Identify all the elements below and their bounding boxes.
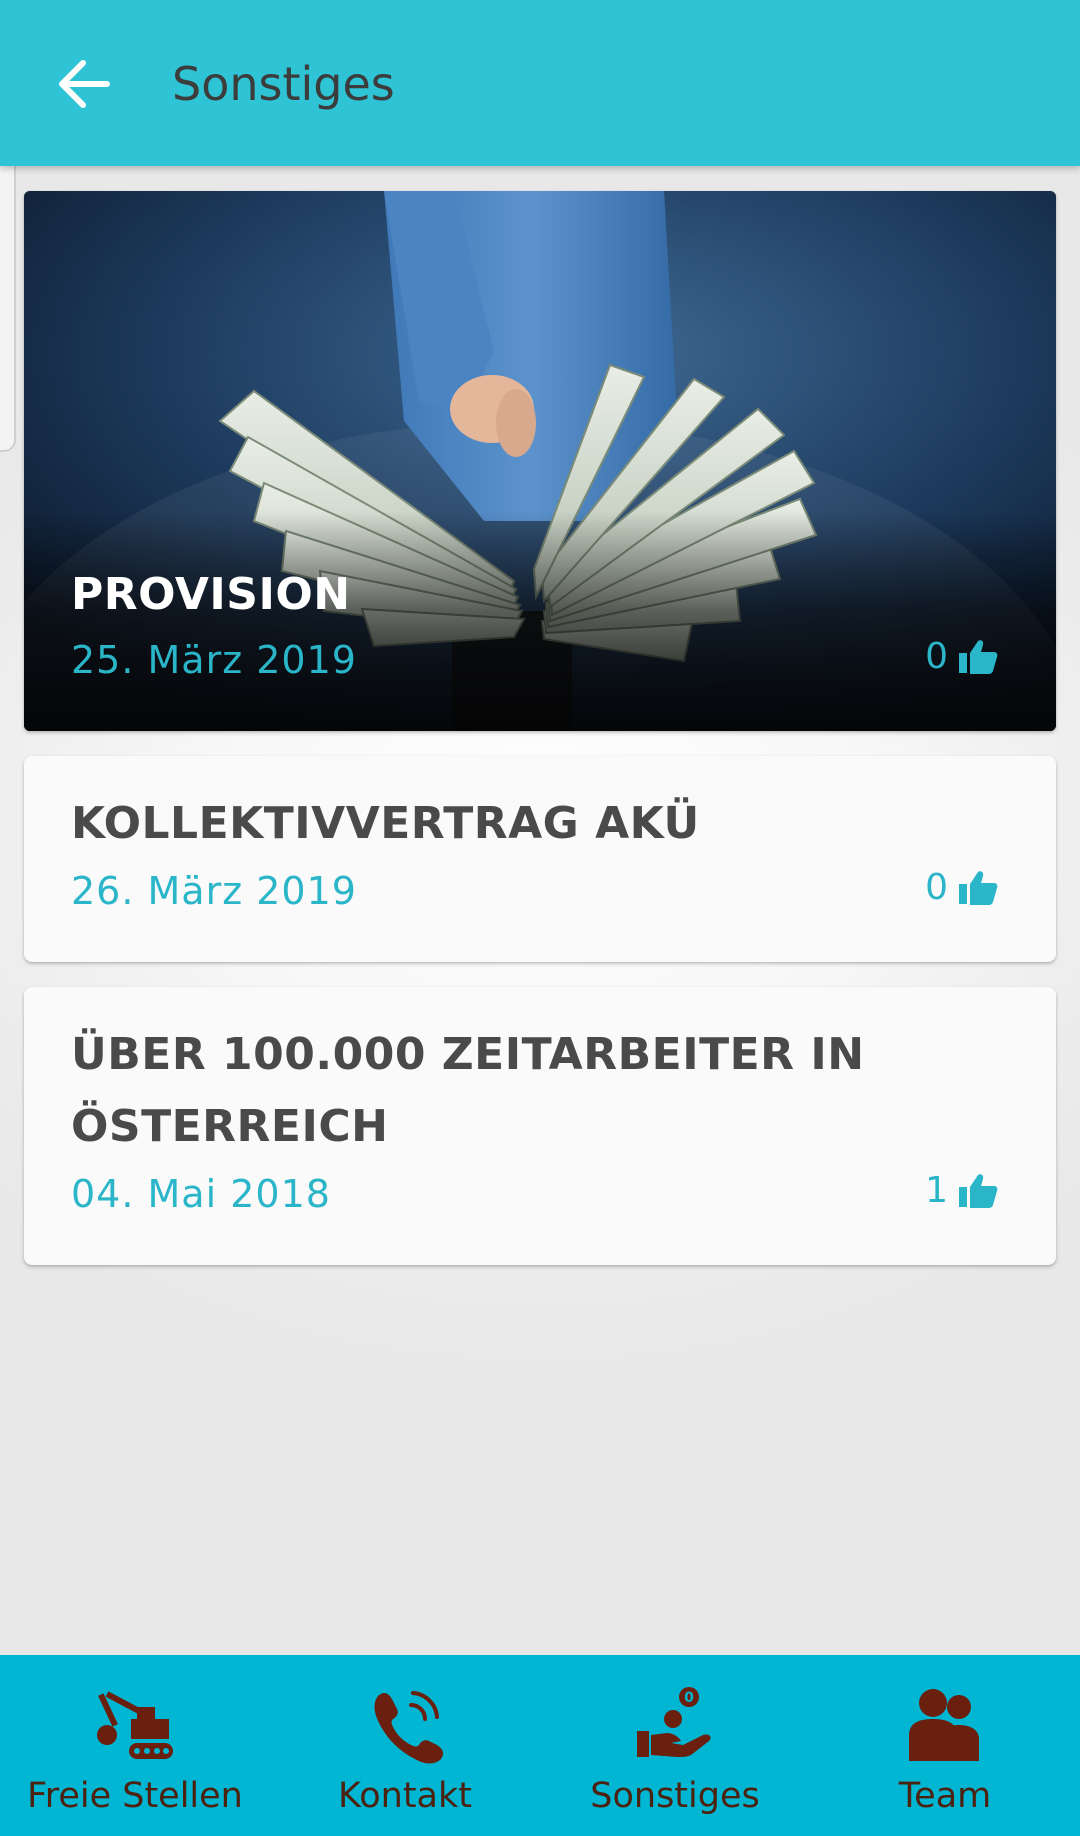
hand-coin-icon: 0 <box>637 1687 711 1757</box>
post-title: PROVISION <box>71 569 351 620</box>
nav-item-team[interactable]: Team <box>810 1655 1080 1836</box>
post-date: 26. März 2019 <box>71 869 357 913</box>
svg-text:0: 0 <box>684 1690 694 1706</box>
thumbs-up-icon <box>959 640 998 674</box>
like-button[interactable]: 0 <box>925 635 998 679</box>
post-title: ÜBER 100.000 ZEITARBEITER IN ÖSTERREICH <box>71 1029 865 1152</box>
like-button[interactable]: 1 <box>925 1169 998 1213</box>
page-title: Sonstiges <box>172 57 395 111</box>
nav-item-sonstiges[interactable]: 0 Sonstiges <box>540 1655 810 1836</box>
nav-label: Kontakt <box>338 1776 472 1816</box>
post-date: 04. Mai 2018 <box>71 1172 331 1216</box>
like-count: 1 <box>925 1170 948 1211</box>
nav-label: Freie Stellen <box>27 1776 243 1816</box>
team-icon <box>909 1689 979 1761</box>
like-count: 0 <box>925 867 948 908</box>
post-date: 25. März 2019 <box>71 638 357 682</box>
excavator-icon <box>97 1691 173 1759</box>
post-title: KOLLEKTIVVERTRAG AKÜ <box>71 798 700 849</box>
post-card-zeitarbeiter[interactable]: ÜBER 100.000 ZEITARBEITER IN ÖSTERREICH … <box>24 987 1056 1265</box>
app-header: Sonstiges <box>0 0 1080 166</box>
thumbs-up-icon <box>959 871 998 905</box>
arrow-left-icon <box>59 60 110 108</box>
like-count: 0 <box>925 636 948 677</box>
thumbs-up-icon <box>959 1174 998 1208</box>
nav-label: Sonstiges <box>590 1776 760 1816</box>
post-card-kollektivvertrag[interactable]: KOLLEKTIVVERTRAG AKÜ 26. März 2019 0 <box>24 756 1056 962</box>
nav-label: Team <box>898 1776 992 1816</box>
nav-item-freie-stellen[interactable]: Freie Stellen <box>0 1655 270 1836</box>
post-card-provision[interactable]: PROVISION 25. März 2019 0 <box>24 191 1056 731</box>
nav-item-kontakt[interactable]: Kontakt <box>270 1655 540 1836</box>
phone-icon <box>374 1691 444 1764</box>
bottom-navigation: Freie Stellen Kontakt 0 Sonstiges Team <box>0 1655 1080 1836</box>
like-button[interactable]: 0 <box>925 866 998 910</box>
back-button[interactable] <box>48 48 120 120</box>
